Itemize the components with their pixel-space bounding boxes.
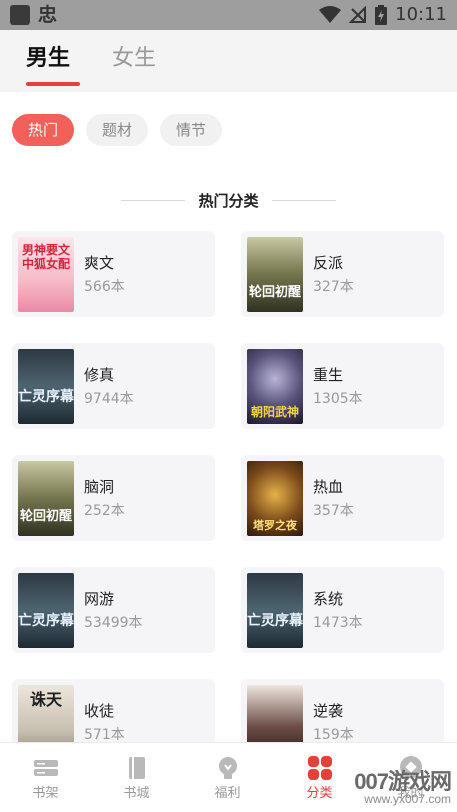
category-count: 1305本 — [313, 391, 363, 407]
category-icon — [308, 756, 332, 780]
category-name: 重生 — [313, 366, 344, 384]
active-tab-indicator — [26, 82, 80, 86]
nav-label: 书架 — [32, 786, 59, 801]
book-cover: 塔罗之夜 — [247, 461, 303, 536]
section-divider-right — [272, 200, 336, 201]
category-count: 566本 — [84, 279, 125, 295]
category-name: 修真 — [84, 366, 115, 384]
category-count: 9744本 — [84, 391, 134, 407]
nav-bookstore[interactable]: 书城 — [91, 743, 182, 812]
filter-chip-hot[interactable]: 热门 — [12, 114, 75, 146]
category-card-chongsheng[interactable]: 朝阳武神 重生 1305本 — [241, 343, 444, 429]
category-count: 53499本 — [84, 615, 143, 631]
wifi-icon — [319, 6, 342, 23]
app-root: 忠 10:11 男生 女生 热门 题材 情节 热门分类 男神要文中狐女配 爽文 … — [0, 0, 457, 812]
category-card-shuangwen[interactable]: 男神要文中狐女配 爽文 566本 — [12, 231, 215, 317]
book-cover: 亡灵序幕 — [247, 573, 303, 648]
category-name: 系统 — [313, 590, 344, 608]
bookshelf-icon — [34, 760, 58, 776]
cover-title: 轮回初醒 — [248, 285, 301, 300]
category-count: 357本 — [313, 503, 354, 519]
cover-title: 诛天 — [29, 690, 62, 709]
cover-title: 亡灵序幕 — [18, 389, 74, 405]
nav-label: 我的 — [397, 786, 424, 801]
status-right: 10:11 — [319, 4, 447, 26]
category-card-wangyou[interactable]: 亡灵序幕 网游 53499本 — [12, 567, 215, 653]
category-count: 1473本 — [313, 615, 363, 631]
filter-chip-plot[interactable]: 情节 — [160, 114, 223, 146]
nav-welfare[interactable]: 福利 — [182, 743, 273, 812]
category-name: 热血 — [313, 478, 344, 496]
cover-title: 亡灵序幕 — [247, 613, 303, 629]
book-cover: 亡灵序幕 — [18, 349, 74, 424]
book-cover: 男神要文中狐女配 — [18, 237, 74, 312]
nav-label: 分类 — [306, 786, 333, 801]
app-notification-icon — [10, 5, 30, 25]
cover-title: 朝阳武神 — [250, 405, 299, 419]
category-name: 爽文 — [84, 254, 115, 272]
book-cover: 朝阳武神 — [247, 349, 303, 424]
tab-female[interactable]: 女生 — [112, 44, 156, 74]
filter-chips: 热门 题材 情节 — [12, 114, 223, 146]
cover-title: 轮回初醒 — [19, 509, 72, 524]
book-cover: 亡灵序幕 — [18, 573, 74, 648]
gift-icon — [219, 757, 237, 779]
book-icon — [129, 757, 145, 779]
cover-title: 塔罗之夜 — [253, 519, 297, 532]
no-signal-icon — [349, 6, 367, 23]
nav-profile[interactable]: 我的 — [365, 743, 456, 812]
tab-male[interactable]: 男生 — [26, 44, 70, 74]
status-left: 忠 — [10, 5, 57, 25]
nav-category[interactable]: 分类 — [274, 743, 365, 812]
nav-bookshelf[interactable]: 书架 — [0, 743, 91, 812]
nav-label: 书城 — [123, 786, 150, 801]
profile-icon — [400, 756, 422, 778]
notification-glyph-icon: 忠 — [38, 4, 58, 26]
category-card-fanpai[interactable]: 轮回初醒 反派 327本 — [241, 231, 444, 317]
section-title: 热门分类 — [198, 192, 259, 210]
category-count: 252本 — [84, 503, 125, 519]
category-name: 逆袭 — [313, 702, 344, 720]
category-card-xitong[interactable]: 亡灵序幕 系统 1473本 — [241, 567, 444, 653]
category-card-naodong[interactable]: 轮回初醒 脑洞 252本 — [12, 455, 215, 541]
cover-title: 男神要文中狐女配 — [21, 243, 70, 271]
category-name: 反派 — [313, 254, 344, 272]
category-count: 327本 — [313, 279, 354, 295]
status-bar: 忠 10:11 — [0, 0, 457, 30]
category-card-xiuzhen[interactable]: 亡灵序幕 修真 9744本 — [12, 343, 215, 429]
book-cover: 轮回初醒 — [18, 461, 74, 536]
status-time: 10:11 — [395, 4, 447, 25]
gender-tabs: 男生 女生 — [0, 30, 457, 92]
category-name: 脑洞 — [84, 478, 115, 496]
category-card-rexue[interactable]: 塔罗之夜 热血 357本 — [241, 455, 444, 541]
book-cover: 轮回初醒 — [247, 237, 303, 312]
category-name: 收徒 — [84, 702, 115, 720]
nav-label: 福利 — [214, 786, 241, 801]
cover-title: 亡灵序幕 — [18, 613, 74, 629]
battery-icon — [375, 5, 388, 25]
filter-chip-theme[interactable]: 题材 — [86, 114, 149, 146]
bottom-navigation: 书架 书城 福利 分类 我的 — [0, 742, 457, 812]
category-name: 网游 — [84, 590, 115, 608]
